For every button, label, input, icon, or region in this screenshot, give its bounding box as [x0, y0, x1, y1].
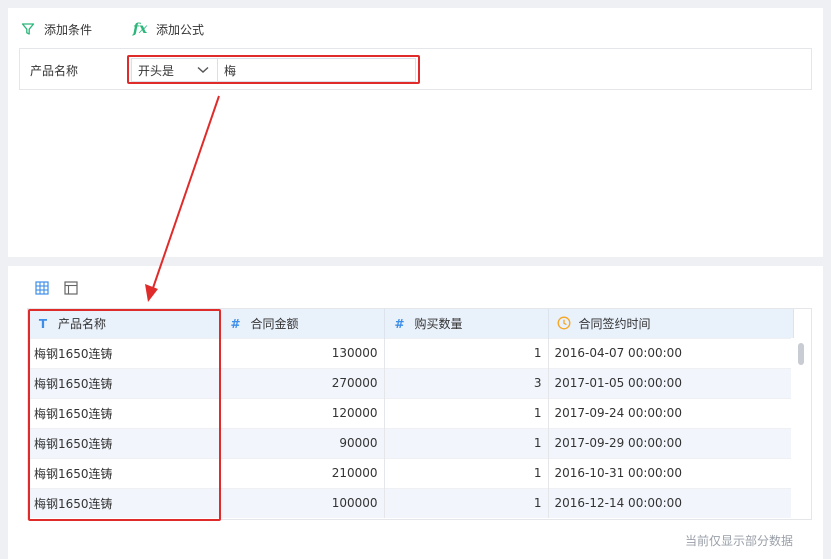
data-table-container: T 产品名称 # 合同金额 # 购买数量 合同签约时间 梅钢1650连铸 130000 1… [27, 308, 812, 520]
column-header-product[interactable]: T 产品名称 [28, 309, 221, 338]
condition-editor: 开头是 梅 [131, 58, 416, 82]
clock-icon [557, 316, 571, 331]
vertical-scrollbar[interactable] [791, 338, 811, 519]
table-row: 梅钢1650连铸 100000 1 2016-12-14 00:00:00 [28, 487, 794, 518]
table-row: 梅钢1650连铸 270000 3 2017-01-05 00:00:00 [28, 367, 794, 398]
filter-panel: 添加条件 fx 添加公式 产品名称 开头是 梅 [8, 8, 823, 257]
filter-icon [20, 21, 36, 37]
condition-value-input[interactable]: 梅 [218, 59, 415, 81]
column-header-quantity[interactable]: # 购买数量 [384, 309, 549, 338]
layout-view-icon[interactable] [63, 280, 79, 296]
table-header-row: T 产品名称 # 合同金额 # 购买数量 合同签约时间 [28, 309, 794, 338]
column-header-sign-time[interactable]: 合同签约时间 [548, 309, 794, 338]
table-row: 梅钢1650连铸 210000 1 2016-10-31 00:00:00 [28, 457, 794, 488]
condition-field-label: 产品名称 [30, 64, 79, 78]
chevron-down-icon [197, 63, 209, 77]
scrollbar-thumb[interactable] [798, 343, 804, 365]
data-table: T 产品名称 # 合同金额 # 购买数量 合同签约时间 梅钢1650连铸 130000 1… [28, 309, 794, 518]
table-view-icon[interactable] [34, 280, 50, 296]
number-type-icon: # [394, 316, 405, 331]
operator-select[interactable]: 开头是 [132, 59, 218, 81]
partial-data-note: 当前仅显示部分数据 [684, 534, 793, 548]
filter-toolbar: 添加条件 fx 添加公式 [20, 20, 244, 38]
number-type-icon: # [230, 316, 241, 331]
view-switch [34, 280, 92, 296]
add-formula-label: 添加公式 [156, 22, 205, 37]
column-header-amount[interactable]: # 合同金额 [220, 309, 385, 338]
add-condition-button[interactable]: 添加条件 [20, 21, 92, 38]
formula-fx-icon: fx [132, 21, 148, 37]
operator-value: 开头是 [138, 63, 175, 78]
add-formula-button[interactable]: fx 添加公式 [132, 21, 204, 38]
condition-row: 产品名称 开头是 梅 [19, 48, 812, 90]
preview-panel: T 产品名称 # 合同金额 # 购买数量 合同签约时间 梅钢1650连铸 130000 1… [8, 266, 823, 559]
table-row: 梅钢1650连铸 120000 1 2017-09-24 00:00:00 [28, 397, 794, 428]
add-condition-label: 添加条件 [44, 22, 93, 37]
text-type-icon: T [38, 316, 48, 331]
table-row: 梅钢1650连铸 90000 1 2017-09-29 00:00:00 [28, 427, 794, 458]
table-row: 梅钢1650连铸 130000 1 2016-04-07 00:00:00 [28, 337, 794, 368]
